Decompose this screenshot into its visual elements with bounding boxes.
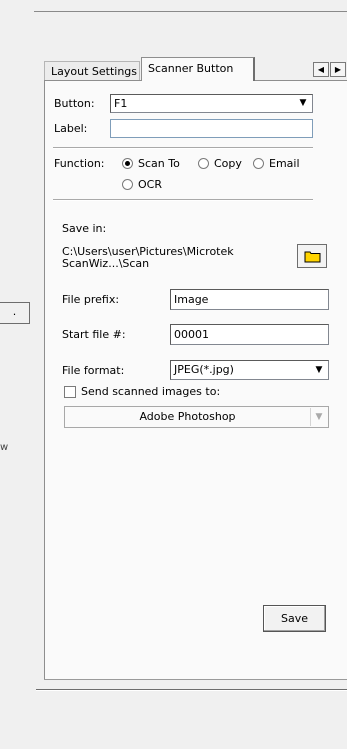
file-format-select[interactable]: JPEG(*.jpg) ▼ xyxy=(170,360,329,380)
chevron-down-icon[interactable]: ▼ xyxy=(311,362,327,378)
save-in-path-line2: ScanWiz...\Scan xyxy=(62,257,150,270)
send-images-checkbox[interactable] xyxy=(64,386,76,398)
button-select[interactable]: F1 ▼ xyxy=(110,94,313,113)
send-target-value: Adobe Photoshop xyxy=(139,410,236,423)
function-label: Function: xyxy=(54,157,105,170)
file-format-value: JPEG(*.jpg) xyxy=(174,363,234,376)
tab-scroll-arrows: ◀ ▶ xyxy=(313,62,347,78)
partial-left-text: w xyxy=(0,442,9,453)
tab-layout-settings[interactable]: Layout Settings xyxy=(44,61,140,80)
send-target-select[interactable]: Adobe Photoshop ▼ xyxy=(64,406,329,428)
tab-scroll-right-icon[interactable]: ▶ xyxy=(330,62,346,77)
radio-email-label[interactable]: Email xyxy=(269,157,300,170)
divider-top xyxy=(53,147,313,148)
radio-scan-to-label[interactable]: Scan To xyxy=(138,157,180,170)
start-file-label: Start file #: xyxy=(62,328,126,341)
file-format-label: File format: xyxy=(62,364,125,377)
scanner-button-tab-page xyxy=(44,80,347,680)
radio-scan-to[interactable] xyxy=(122,158,133,169)
radio-ocr[interactable] xyxy=(122,179,133,190)
save-in-label: Save in: xyxy=(62,222,107,235)
label-label: Label: xyxy=(54,122,88,135)
file-prefix-input[interactable]: Image xyxy=(170,289,329,310)
chevron-down-icon[interactable]: ▼ xyxy=(310,408,327,426)
tab-page-bottom-edge xyxy=(44,679,347,680)
radio-ocr-label[interactable]: OCR xyxy=(138,178,162,191)
tab-scroll-left-icon[interactable]: ◀ xyxy=(313,62,329,77)
divider-function xyxy=(53,199,313,200)
file-prefix-label: File prefix: xyxy=(62,293,120,306)
radio-email[interactable] xyxy=(253,158,264,169)
top-divider-line xyxy=(34,11,347,12)
button-label: Button: xyxy=(54,97,95,110)
send-images-label[interactable]: Send scanned images to: xyxy=(81,385,220,398)
radio-copy[interactable] xyxy=(198,158,209,169)
save-button[interactable]: Save xyxy=(263,605,326,632)
start-file-input[interactable]: 00001 xyxy=(170,324,329,345)
partial-left-button[interactable]: . xyxy=(0,302,30,324)
folder-icon xyxy=(304,251,321,263)
label-input[interactable] xyxy=(110,119,313,138)
chevron-down-icon[interactable]: ▼ xyxy=(295,96,311,111)
button-select-value: F1 xyxy=(114,97,128,110)
dialog-bottom-edge xyxy=(36,689,347,690)
tab-scanner-button[interactable]: Scanner Button xyxy=(141,57,255,81)
radio-copy-label[interactable]: Copy xyxy=(214,157,242,170)
browse-folder-button[interactable] xyxy=(297,244,327,268)
